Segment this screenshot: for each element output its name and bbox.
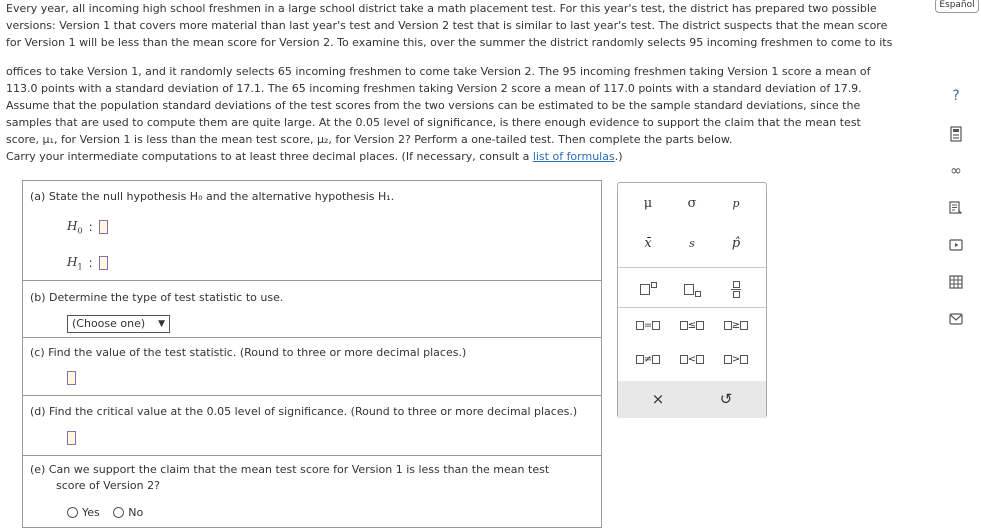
fraction-icon[interactable] [716, 275, 756, 303]
problem-line: samples that are used to compute them ar… [6, 116, 861, 130]
part-c: (c) Find the value of the test statistic… [23, 338, 601, 396]
radio-circle-icon [67, 507, 78, 518]
problem-line: Assume that the population standard devi… [6, 99, 861, 113]
instructions: Carry your intermediate computations to … [6, 150, 623, 163]
part-e: (e) Can we support the claim that the me… [23, 456, 601, 528]
problem-line: 113.0 points with a standard deviation o… [6, 81, 862, 95]
problem-line: offices to take Version 1, and it random… [6, 64, 871, 78]
test-statistic-select[interactable]: (Choose one) ▼ [67, 315, 170, 333]
part-e-label: (e) Can we support the claim that the me… [30, 462, 549, 494]
radio-circle-icon [113, 507, 125, 518]
keypad-footer: × ↺ [618, 381, 766, 418]
alternative-hypothesis-input[interactable] [98, 256, 108, 271]
data-icon[interactable] [945, 197, 967, 219]
part-d-label: (d) Find the critical value at the 0.05 … [30, 405, 578, 418]
problem-line: Every year, all incoming high school fre… [6, 2, 877, 15]
critical-value-input[interactable] [67, 431, 76, 445]
help-icon[interactable]: ? [945, 85, 967, 107]
p-hat-key[interactable]: p̂ [716, 229, 756, 257]
greater-than-key[interactable]: > [716, 345, 756, 373]
superscript-icon[interactable] [628, 275, 668, 303]
null-hypothesis-input[interactable] [98, 220, 108, 235]
subscript-icon[interactable] [672, 275, 712, 303]
x-bar-key[interactable]: x̄ [628, 229, 668, 257]
instructions-text: Carry your intermediate computations to … [6, 150, 533, 163]
language-button[interactable]: Español [935, 0, 979, 13]
part-e-label-line: (e) Can we support the claim that the me… [30, 463, 550, 476]
table-icon[interactable] [945, 271, 967, 293]
part-c-label: (c) Find the value of the test statistic… [30, 346, 467, 359]
mu-key[interactable]: μ [628, 189, 668, 217]
less-equal-key[interactable]: ≤ [672, 311, 712, 339]
video-icon[interactable] [945, 234, 967, 256]
h0-symbol: H0 [67, 219, 83, 236]
less-than-key[interactable]: < [672, 345, 712, 373]
part-a-label: (a) State the null hypothesis H₀ and the… [30, 190, 395, 203]
h0-colon: : [88, 220, 93, 235]
mail-icon[interactable] [945, 308, 967, 330]
part-b-label: (b) Determine the type of test statistic… [30, 291, 284, 304]
calculator-icon[interactable] [945, 123, 967, 145]
problem-line: for Version 1 will be less than the mean… [6, 36, 893, 50]
part-d: (d) Find the critical value at the 0.05 … [23, 396, 601, 456]
clear-icon[interactable]: × [638, 385, 678, 413]
infinity-icon[interactable]: ∞ [945, 160, 967, 182]
test-statistic-input[interactable] [67, 371, 76, 385]
question-panel: (a) State the null hypothesis H₀ and the… [22, 180, 602, 528]
not-equal-key[interactable]: ≠ [628, 345, 668, 373]
no-radio[interactable]: No [113, 506, 143, 519]
yes-radio[interactable]: Yes [67, 506, 100, 519]
support-claim-options: Yes No [67, 506, 153, 521]
part-b: (b) Determine the type of test statistic… [23, 281, 601, 338]
part-e-label-line: score of Version 2? [56, 479, 160, 492]
sigma-key[interactable]: σ [672, 189, 712, 217]
formulas-link[interactable]: list of formulas [533, 150, 615, 163]
h1-colon: : [88, 256, 93, 271]
p-key[interactable]: p [716, 189, 756, 217]
null-hypothesis-row: H0 : [67, 219, 108, 235]
undo-icon[interactable]: ↺ [706, 385, 746, 413]
greater-equal-key[interactable]: ≥ [716, 311, 756, 339]
equals-key[interactable]: = [628, 311, 668, 339]
alternative-hypothesis-row: H1 : [67, 255, 108, 271]
part-a: (a) State the null hypothesis H₀ and the… [23, 181, 601, 281]
problem-statement: Every year, all incoming high school fre… [6, 0, 926, 149]
s-key[interactable]: s [672, 229, 712, 257]
h1-symbol: H1 [67, 255, 83, 272]
chevron-down-icon: ▼ [158, 319, 165, 329]
symbol-keypad: μ σ p x̄ s p̂ = ≤ ≥ ≠ < > × ↺ [617, 182, 767, 418]
problem-line: versions: Version 1 that covers more mat… [6, 19, 888, 33]
select-value: (Choose one) [72, 317, 146, 330]
instructions-tail: .) [614, 150, 623, 163]
problem-line: score, μ₁, for Version 1 is less than th… [6, 133, 733, 147]
